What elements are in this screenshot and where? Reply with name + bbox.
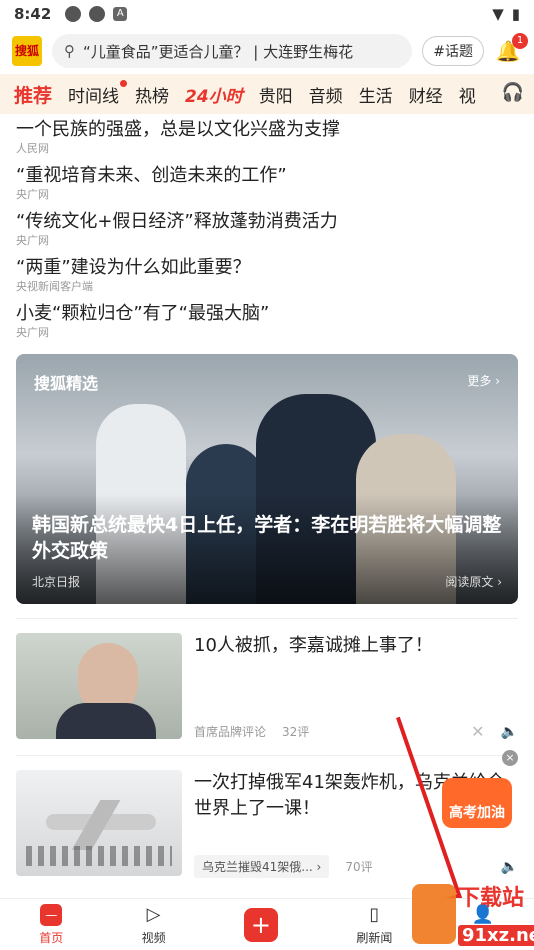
logo-text: 搜狐 — [14, 44, 39, 58]
headphone-icon[interactable]: 🎧 — [495, 82, 524, 103]
status-bar: 8:42 A ▼ ▮ — [0, 0, 534, 28]
read-original-link[interactable]: 阅读原文 › — [445, 573, 502, 590]
header: 搜狐 ⚲ “儿童食品”更适合儿童？ | 大连野生梅花 #话题 🔔 1 — [0, 28, 534, 74]
app-notification-icon — [65, 6, 82, 22]
divider — [16, 755, 518, 756]
plus-icon: + — [243, 907, 278, 942]
status-icons: A — [65, 6, 128, 22]
news-thumbnail — [16, 633, 182, 739]
hot-title: “重视培育未来、创造未来的工作” — [16, 165, 287, 186]
status-time: 8:42 — [14, 5, 52, 23]
list-item[interactable]: “重视培育未来、创造未来的工作” 央广网 — [16, 164, 518, 202]
app-a-icon: A — [113, 7, 128, 21]
hot-source: 人民网 — [16, 142, 49, 155]
news-item[interactable]: 10人被抓，李嘉诚摊上事了！ 首席品牌评论 32评 ✕ 🔈 — [16, 633, 518, 741]
tab-guiyang[interactable]: 贵阳 — [259, 82, 293, 107]
site-watermark: 下载站 91xz.net — [412, 880, 534, 948]
tab-audio[interactable]: 音频 — [309, 82, 343, 107]
featured-brand: 搜狐精选 — [34, 374, 99, 393]
news-meta: 首席品牌评论 32评 ✕ 🔈 — [194, 722, 518, 741]
search-placeholder: “儿童食品”更适合儿童？ | 大连野生梅花 — [83, 42, 354, 61]
hot-title: “传统文化+假日经济”释放蓬勃消费活力 — [16, 211, 338, 232]
tab-video-label: 视频 — [141, 930, 166, 945]
tab-refresh-label: 刷新闻 — [356, 930, 393, 945]
promo-label: 高考加油 — [442, 778, 512, 828]
list-item[interactable]: 一个民族的强盛，总是以文化兴盛为支撑 人民网 — [16, 118, 518, 156]
watermark-url: 91xz.net — [458, 925, 534, 946]
featured-card[interactable]: 搜狐精选 更多 › 韩国新总统最快4日上任，学者：李在明若胜将大幅调整外交政策 … — [16, 354, 518, 604]
divider — [16, 618, 518, 619]
topic-button[interactable]: #话题 — [422, 36, 484, 66]
hot-source: 央广网 — [16, 234, 49, 247]
tab-finance[interactable]: 财经 — [409, 82, 443, 107]
featured-more-link[interactable]: 更多 › — [467, 372, 500, 389]
news-comments: 32评 — [282, 725, 310, 739]
topic-tag[interactable]: 乌克兰摧毁41架俄... › — [194, 855, 330, 878]
tab-home[interactable]: — 首页 — [39, 903, 64, 946]
notification-badge: 1 — [512, 33, 528, 49]
tab-recommend[interactable]: 推荐 — [14, 81, 52, 108]
hot-title: 小麦“颗粒归仓”有了“最强大脑” — [16, 303, 270, 324]
app-notification-icon-2 — [89, 6, 106, 22]
news-thumbnail — [16, 770, 182, 876]
tab-hotlist[interactable]: 热榜 — [135, 82, 169, 107]
play-icon: ▷ — [146, 904, 161, 925]
list-item[interactable]: 小麦“颗粒归仓”有了“最强大脑” 央广网 — [16, 302, 518, 340]
search-icon: ⚲ — [64, 42, 75, 60]
featured-source: 北京日报 — [32, 575, 81, 589]
notification-bell-icon[interactable]: 🔔 1 — [494, 33, 528, 65]
battery-icon: ▮ — [511, 5, 520, 23]
publish-button[interactable]: + — [243, 907, 278, 942]
watermark-logo — [412, 884, 456, 944]
hot-title: 一个民族的强盛，总是以文化兴盛为支撑 — [16, 119, 340, 140]
tab-video-bottom[interactable]: ▷ 视频 — [142, 904, 166, 946]
status-right: ▼ ▮ — [492, 5, 520, 23]
speaker-icon[interactable]: 🔈 — [501, 724, 518, 740]
news-title: 10人被抓，李嘉诚摊上事了！ — [194, 635, 433, 656]
gaokao-promo[interactable]: 高考加油 × — [442, 750, 518, 832]
tab-refresh-news[interactable]: ▯ 刷新闻 — [356, 904, 392, 946]
news-source: 首席品牌评论 — [194, 725, 267, 739]
tab-life[interactable]: 生活 — [359, 82, 393, 107]
hot-news-list: 一个民族的强盛，总是以文化兴盛为支撑 人民网 “重视培育未来、创造未来的工作” … — [0, 114, 534, 340]
tab-timeline[interactable]: 时间线 — [68, 79, 128, 107]
speaker-icon[interactable]: 🔈 — [501, 859, 518, 875]
tab-home-label: 首页 — [39, 930, 64, 945]
topic-tag-label: 乌克兰摧毁41架俄... — [202, 860, 313, 874]
news-comments: 70评 — [345, 860, 373, 874]
hot-source: 央广网 — [16, 188, 49, 201]
home-icon: — — [40, 903, 63, 926]
promo-close-icon[interactable]: × — [502, 750, 518, 766]
dismiss-icon[interactable]: ✕ — [471, 722, 484, 741]
list-item[interactable]: “两重”建设为什么如此重要？ 央视新闻客户端 — [16, 256, 518, 294]
watermark-text: 下载站 — [458, 886, 525, 911]
search-bar[interactable]: ⚲ “儿童食品”更适合儿童？ | 大连野生梅花 — [52, 34, 413, 68]
hot-source: 央广网 — [16, 326, 49, 339]
hot-source: 央视新闻客户端 — [16, 280, 93, 293]
featured-title: 韩国新总统最快4日上任，学者：李在明若胜将大幅调整外交政策 — [32, 514, 502, 562]
list-item[interactable]: “传统文化+假日经济”释放蓬勃消费活力 央广网 — [16, 210, 518, 248]
news-meta: 乌克兰摧毁41架俄... › 70评 🔈 — [194, 855, 518, 878]
wifi-icon: ▼ — [492, 5, 504, 23]
hot-title: “两重”建设为什么如此重要？ — [16, 257, 251, 278]
cards-icon: ▯ — [369, 904, 380, 925]
tab-video[interactable]: 视 — [459, 82, 476, 107]
channel-tabs: 推荐 时间线 热榜 24小时 贵阳 音频 生活 财经 视 🎧 — [0, 74, 534, 114]
tab-24h[interactable]: 24小时 — [185, 82, 243, 107]
sohu-logo[interactable]: 搜狐 — [12, 36, 42, 66]
